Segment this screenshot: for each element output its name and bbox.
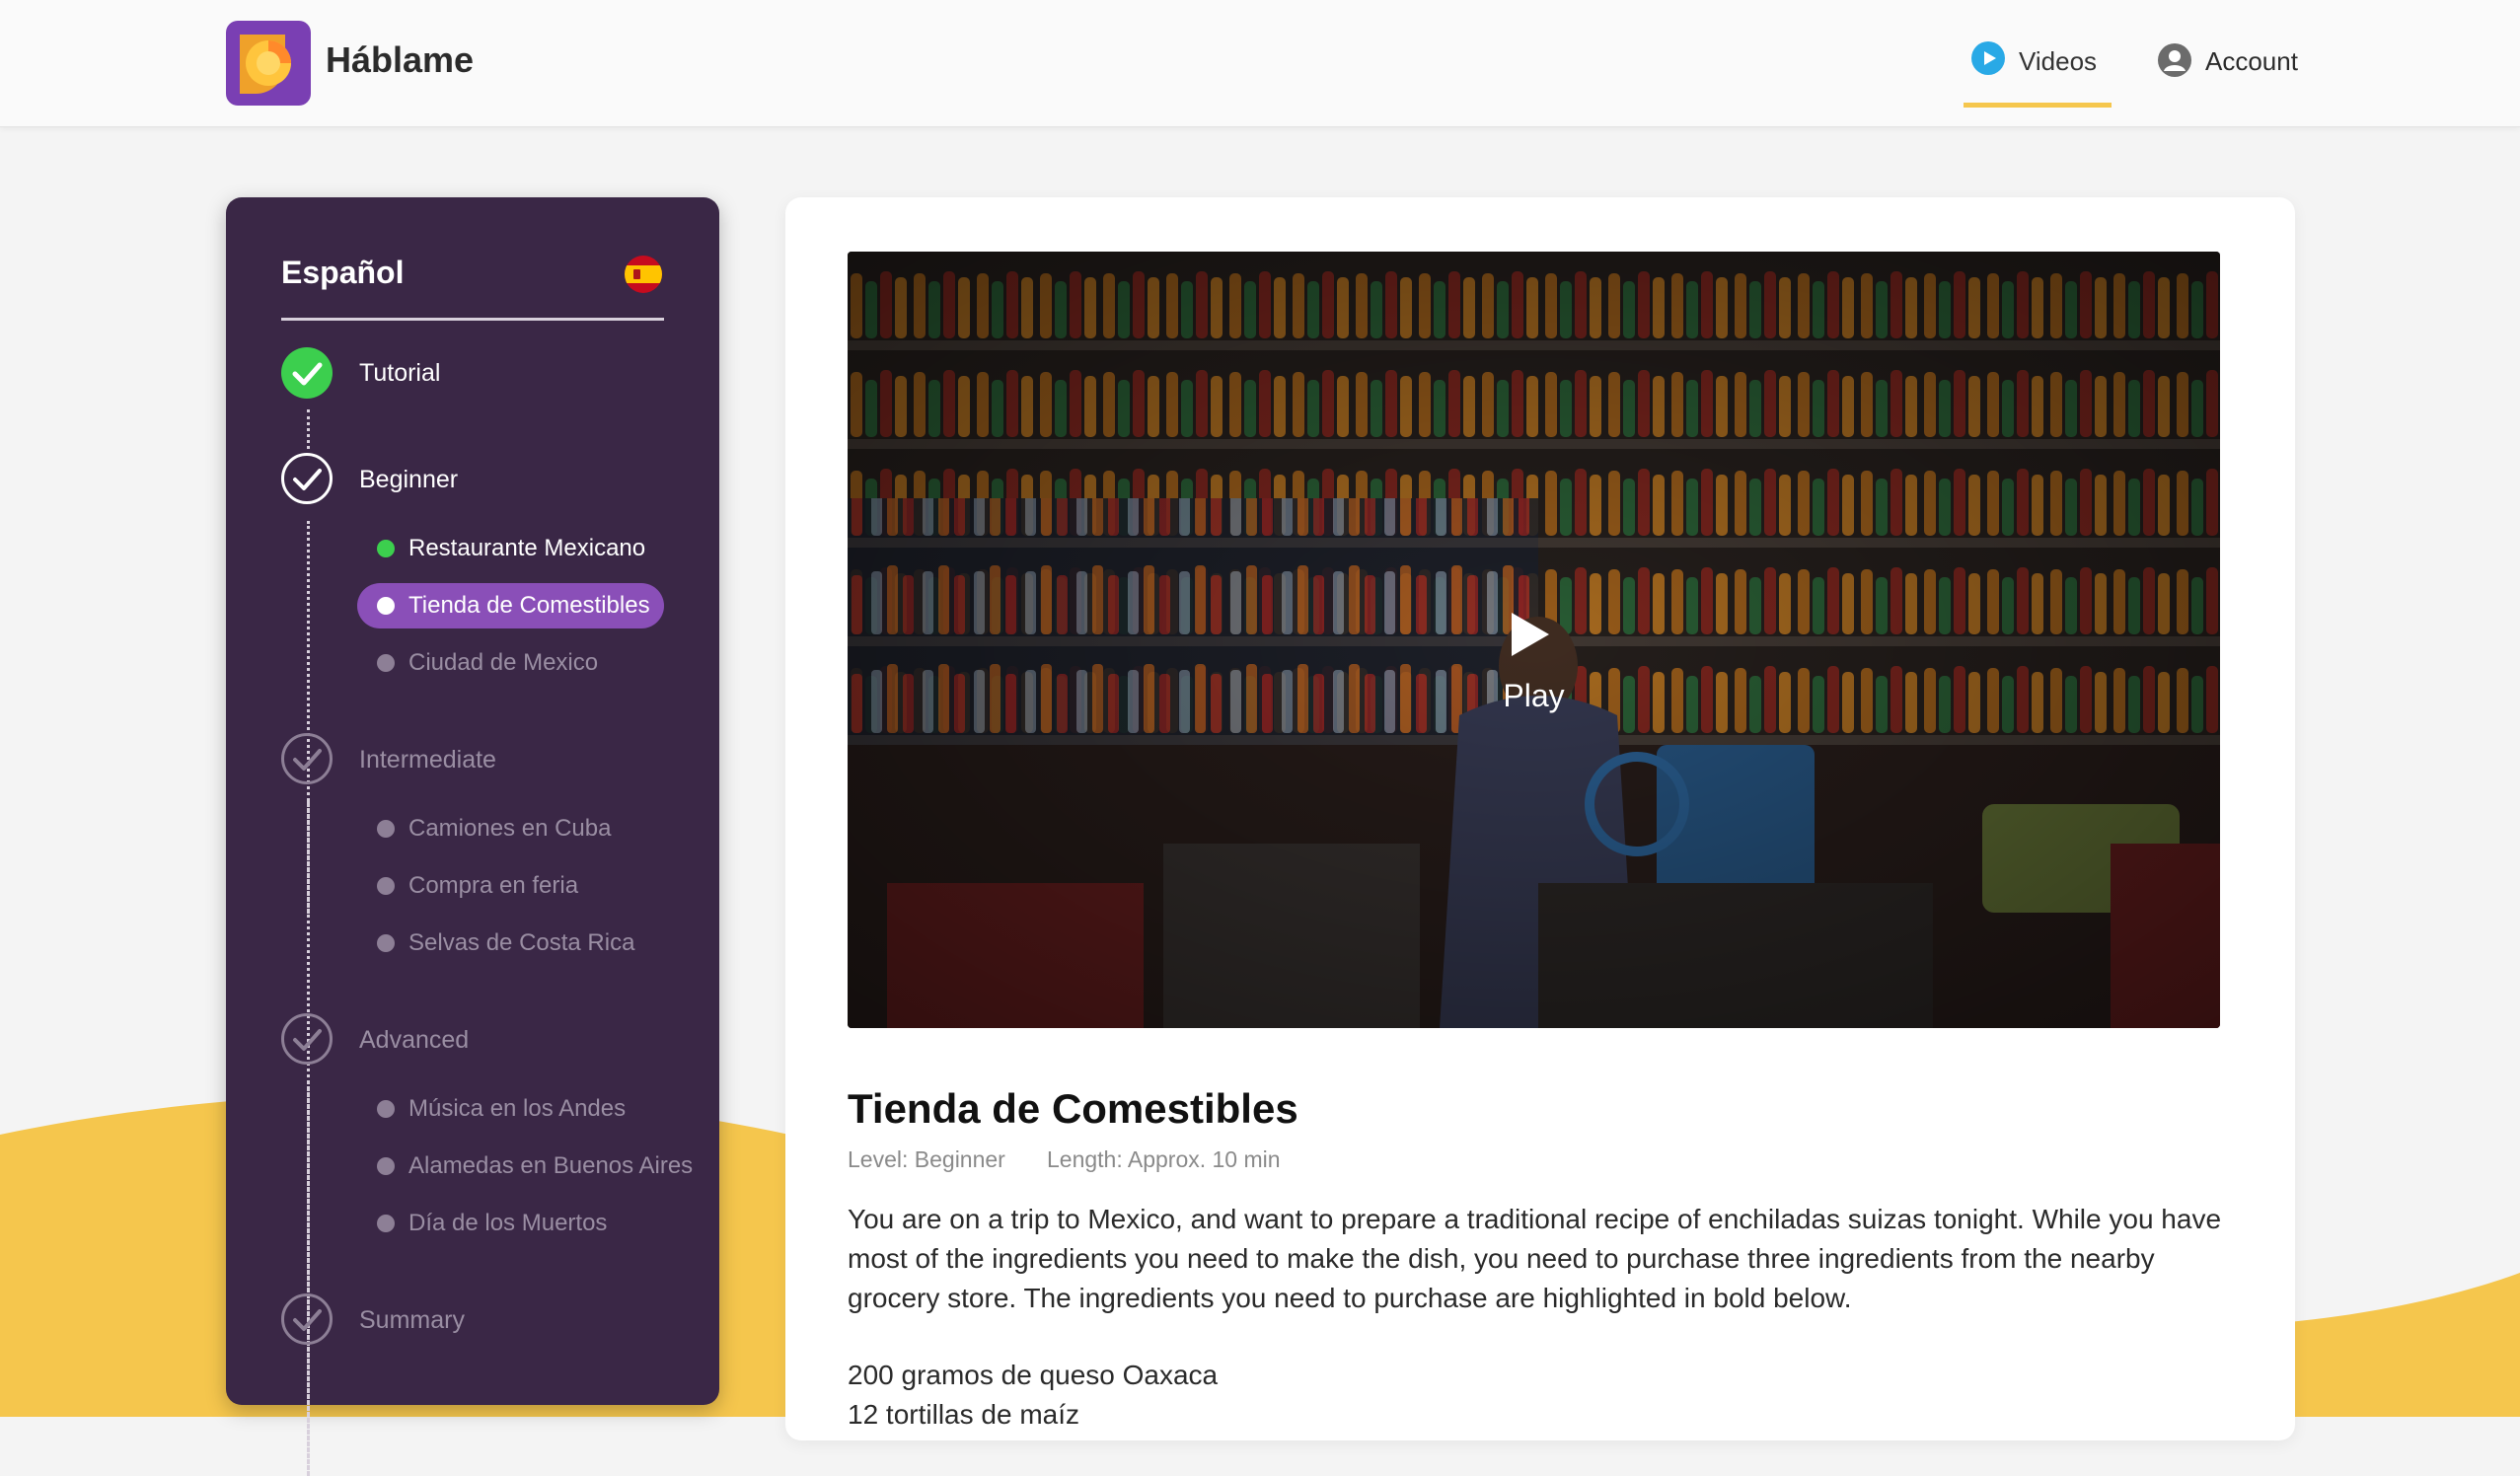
progress-connector bbox=[307, 409, 310, 449]
lesson-dia-de-los-muertos[interactable]: Día de los Muertos bbox=[357, 1201, 621, 1246]
check-circle-outline-icon bbox=[281, 453, 333, 504]
play-icon[interactable] bbox=[1506, 609, 1553, 660]
locked-dot-icon bbox=[377, 1157, 395, 1175]
section-label: Tutorial bbox=[359, 359, 441, 387]
section-label: Summary bbox=[359, 1306, 465, 1334]
lesson-label: Alamedas en Buenos Aires bbox=[408, 1152, 694, 1179]
locked-dot-icon bbox=[377, 820, 395, 838]
locked-dot-icon bbox=[377, 1215, 395, 1232]
brand-name: Háblame bbox=[326, 39, 475, 80]
lesson-length: Length: Approx. 10 min bbox=[1047, 1146, 1281, 1172]
lesson-tienda-de-comestibles[interactable]: Tienda de Comestibles bbox=[357, 583, 664, 628]
lesson-compra-en-feria[interactable]: Compra en feria bbox=[357, 863, 592, 909]
locked-dot-icon bbox=[377, 654, 395, 672]
user-avatar-icon bbox=[2158, 43, 2191, 77]
check-circle-outline-icon bbox=[281, 1013, 333, 1065]
lesson-label: Ciudad de Mexico bbox=[408, 649, 599, 676]
hablame-logo-icon[interactable] bbox=[226, 21, 311, 106]
section-label: Beginner bbox=[359, 466, 459, 493]
lesson-camiones-en-cuba[interactable]: Camiones en Cuba bbox=[357, 806, 625, 851]
play-label: Play bbox=[1503, 678, 1565, 713]
nav-videos[interactable]: Videos bbox=[1964, 0, 2112, 108]
check-circle-filled-icon bbox=[281, 347, 333, 399]
course-sidebar: Español Tutorial Beginner Restaurante Me… bbox=[226, 197, 719, 1476]
top-navigation-bar: Háblame Videos Account bbox=[0, 0, 2520, 127]
check-circle-outline-icon bbox=[281, 1293, 333, 1345]
lesson-label: Día de los Muertos bbox=[408, 1210, 608, 1236]
lesson-level: Level: Beginner bbox=[848, 1146, 1005, 1172]
lesson-selvas-de-costa-rica[interactable]: Selvas de Costa Rica bbox=[357, 921, 648, 966]
nav-account[interactable]: Account bbox=[2151, 0, 2329, 103]
lesson-musica-en-los-andes[interactable]: Música en los Andes bbox=[357, 1086, 639, 1132]
ingredient-item: 200 gramos de queso Oaxaca bbox=[848, 1360, 1219, 1390]
lesson-title: Tienda de Comestibles bbox=[848, 1085, 1298, 1132]
locked-dot-icon bbox=[377, 1100, 395, 1118]
lesson-label: Tienda de Comestibles bbox=[408, 592, 650, 619]
language-title: Español bbox=[281, 255, 405, 290]
lesson-label: Música en los Andes bbox=[408, 1095, 627, 1122]
locked-dot-icon bbox=[377, 934, 395, 952]
lesson-description: You are on a trip to Mexico, and want to… bbox=[848, 1204, 2222, 1313]
ingredient-item: 12 tortillas de maíz bbox=[848, 1399, 1079, 1430]
language-divider bbox=[281, 318, 664, 321]
locked-dot-icon bbox=[377, 877, 395, 895]
lesson-restaurante-mexicano[interactable]: Restaurante Mexicano bbox=[357, 526, 659, 571]
progress-connector bbox=[307, 1081, 310, 1474]
lesson-label: Selvas de Costa Rica bbox=[408, 929, 635, 956]
nav-account-label: Account bbox=[2205, 46, 2298, 76]
lesson-label: Camiones en Cuba bbox=[408, 815, 612, 842]
spain-flag-icon bbox=[625, 256, 662, 293]
current-dot-icon bbox=[377, 597, 395, 615]
lesson-content-card: Play Tienda de Comestibles Level: Beginn… bbox=[785, 197, 2295, 1440]
play-circle-icon bbox=[1971, 41, 2005, 75]
lesson-label: Compra en feria bbox=[408, 872, 579, 899]
video-player[interactable]: Play bbox=[848, 252, 2220, 1028]
lesson-label: Restaurante Mexicano bbox=[408, 535, 646, 561]
lesson-alamedas-en-buenos-aires[interactable]: Alamedas en Buenos Aires bbox=[357, 1144, 706, 1189]
complete-dot-icon bbox=[377, 540, 395, 557]
section-label: Advanced bbox=[359, 1026, 470, 1054]
section-label: Intermediate bbox=[359, 746, 496, 774]
nav-videos-label: Videos bbox=[2019, 46, 2098, 76]
lesson-ciudad-de-mexico[interactable]: Ciudad de Mexico bbox=[357, 640, 612, 686]
check-circle-outline-icon bbox=[281, 733, 333, 784]
